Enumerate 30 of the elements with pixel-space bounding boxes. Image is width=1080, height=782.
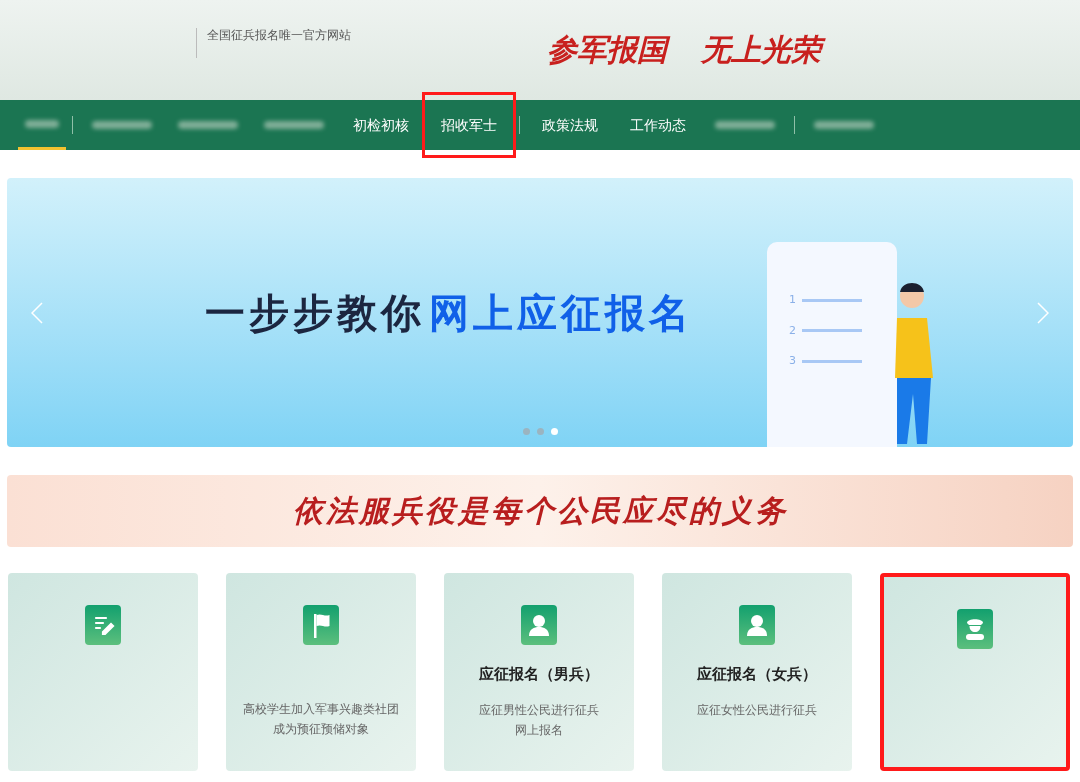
card-title: 应征报名（男兵） xyxy=(479,664,599,685)
banner-title-highlight: 网上应征报名 xyxy=(429,288,693,338)
person-badge-icon xyxy=(739,605,775,645)
site-tagline: 全国征兵报名唯一官方网站 xyxy=(207,27,351,44)
slogan-text: 无上光荣 xyxy=(695,30,827,70)
list-number: 2 xyxy=(789,322,796,339)
card-description: 高校学生加入军事兴趣类社团 xyxy=(243,701,399,718)
nav-link[interactable]: 工作动态 xyxy=(614,100,702,150)
slogan-text: 参军报国 xyxy=(541,30,673,70)
banner-title: 一步步教你 xyxy=(205,288,425,338)
card-description: 应征男性公民进行征兵 xyxy=(479,701,599,719)
service-card[interactable] xyxy=(8,573,198,771)
service-card[interactable] xyxy=(880,573,1070,771)
nav-link[interactable]: 政策法规 xyxy=(526,100,614,150)
soldier-badge-icon xyxy=(957,609,993,649)
card-description: 应征女性公民进行征兵 xyxy=(697,701,817,719)
service-card[interactable]: 应征报名（女兵） 应征女性公民进行征兵 xyxy=(662,573,852,771)
list-number: 1 xyxy=(789,292,796,308)
card-description: 成为预征预储对象 xyxy=(273,721,369,738)
document-edit-icon xyxy=(85,605,121,645)
nav-link[interactable]: 初检初核 xyxy=(337,100,425,150)
card-title: 应征报名（女兵） xyxy=(697,664,817,685)
flag-icon xyxy=(303,605,339,645)
service-card[interactable]: 应征报名（男兵） 应征男性公民进行征兵 网上报名 xyxy=(444,573,634,771)
motto-text: 依法服兵役是每个公民应尽的义务 xyxy=(291,492,789,530)
list-number: 3 xyxy=(789,353,796,369)
card-description: 网上报名 xyxy=(515,721,563,739)
nav-link[interactable]: 招收军士 xyxy=(425,95,513,155)
person-badge-icon xyxy=(521,605,557,645)
service-card[interactable]: 高校学生加入军事兴趣类社团 成为预征预储对象 xyxy=(226,573,416,771)
